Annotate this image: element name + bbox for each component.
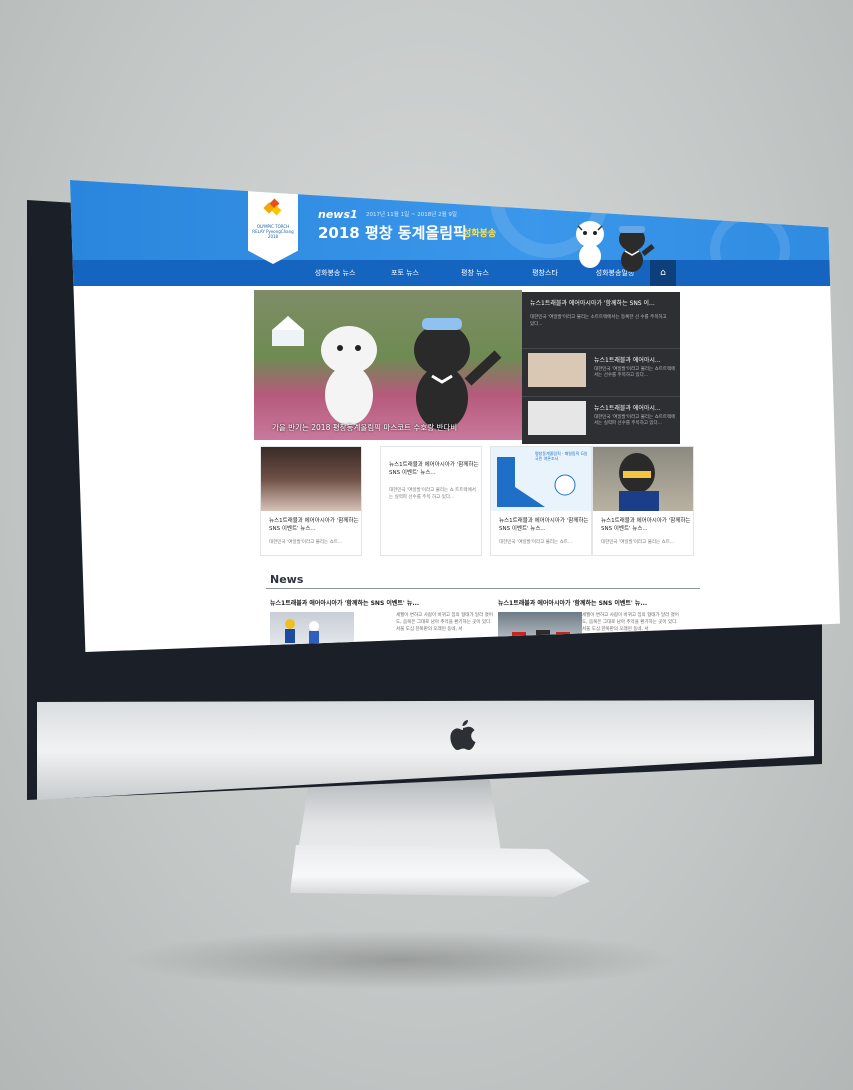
news-item-desc: 세월이 변하고 사람이 바뀌고 집의 형태가 달라 졌어 도, 음복은 그대로 …: [582, 613, 679, 632]
list-item[interactable]: 뉴스1트래블과 에어아시... 대한민국 '여일발'이라고 불리는 쇼트트랙에서…: [522, 396, 680, 443]
card-desc: 대한민국 '여일발'이라고 불리는 쇼트...: [601, 540, 675, 545]
main-nav: 성화봉송 뉴스 포토 뉴스 평창 뉴스 평창스타 성화봉송일정 ⌂: [70, 260, 840, 286]
card-image: [593, 447, 693, 511]
nav-item-pyeongchang-news[interactable]: 평창 뉴스: [440, 260, 510, 286]
torch-relay-emblem-icon: [263, 198, 282, 216]
card-image: [261, 447, 361, 511]
news-item-title[interactable]: 뉴스1트래블과 에어아시아가 '함께하는 SNS 이벤트' 뉴...: [270, 598, 419, 607]
side-news-panel: 뉴스1트래블과 에어아시아가 '함께하는 SNS 이... 대한민국 '여일발'…: [522, 292, 680, 444]
side-item-title: 뉴스1트래블과 에어아시...: [594, 405, 661, 412]
black-bear-mascot-icon: [619, 226, 655, 272]
page-title-accent: 성화봉송: [463, 229, 497, 239]
website-screen: 성화봉송 뉴스 포토 뉴스 평창 뉴스 평창스타 성화봉송일정 ⌂ OLYMPI…: [70, 180, 840, 652]
news-card[interactable]: 뉴스1트래블과 에어아시아가 '함께하는 SNS 이벤트' 뉴스... 대한민국…: [380, 446, 482, 556]
event-period: 2017년 11월 1일 ~ 2018년 2월 9일: [366, 212, 457, 218]
card-desc: 대한민국 '여일발'이라고 불리는 쇼 트트랙에서는 실력파 선수를 주목 하고…: [389, 488, 476, 500]
white-tiger-mascot-icon: [576, 221, 604, 268]
section-title: News: [270, 573, 304, 586]
card-image: 평창동계올림픽 · 패럴림픽 G일 국민 여론조사: [491, 447, 591, 511]
side-top-desc: 대한민국 '여일발'이라고 불리는 소트트랙에서는 등록한 선 수를 주목하고 …: [530, 315, 667, 327]
card-title: 뉴스1트래블과 에어아시아가 '함께하는 SNS 이벤트' 뉴스...: [389, 462, 479, 476]
section-divider: [266, 588, 700, 589]
side-thumb: [528, 353, 586, 387]
news-item-title[interactable]: 뉴스1트래블과 에어아시아가 '함께하는 SNS 이벤트' 뉴...: [498, 598, 647, 607]
news-card[interactable]: 뉴스1트래블과 에어아시아가 '함께하는 SNS 이벤트' 뉴스... 대한민국…: [592, 446, 694, 556]
hero-photo[interactable]: 가을 반기는 2018 평창동계올림픽 마스코트 수호랑 반다비: [254, 290, 522, 440]
hero-mascots-illustration: [272, 316, 502, 430]
card-title: 뉴스1트래블과 에어아시아가 '함께하는 SNS 이벤트' 뉴스...: [601, 518, 691, 532]
torch-relay-logo[interactable]: OLYMPIC TORCH RELAY PyeongChang 2018: [248, 190, 298, 264]
logo-text: OLYMPIC TORCH RELAY PyeongChang 2018: [252, 224, 294, 239]
brand-name[interactable]: news1: [318, 208, 358, 221]
desk-shadow: [120, 930, 680, 990]
apple-logo-icon: [450, 720, 476, 750]
card-desc: 대한민국 '여일발'이라고 불리는 쇼트...: [269, 540, 343, 545]
side-item-desc: 대한민국 '여일발'이라고 불리는 쇼트트랙에서는 선수를 주목하고 있다...: [594, 367, 676, 378]
list-item[interactable]: 뉴스1트래블과 에어아시... 대한민국 '여일발'이라고 불리는 쇼트트랙에서…: [522, 348, 680, 395]
card-title: 뉴스1트래블과 에어아시아가 '함께하는 SNS 이벤트' 뉴스...: [499, 518, 589, 532]
side-item-title: 뉴스1트래블과 에어아시...: [594, 357, 661, 364]
side-thumb: [528, 401, 586, 435]
skater-photo-illustration: [619, 453, 659, 511]
page-title: 2018 평창 동계올림픽: [318, 224, 467, 242]
hero-caption[interactable]: 가을 반기는 2018 평창동계올림픽 마스코트 수호랑 반다비: [272, 422, 457, 433]
side-top-title[interactable]: 뉴스1트래블과 에어아시아가 '함께하는 SNS 이...: [530, 298, 655, 307]
nav-item-torch-news[interactable]: 성화봉송 뉴스: [300, 260, 370, 286]
card-title: 뉴스1트래블과 에어아시아가 '함께하는 SNS 이벤트' 뉴스...: [269, 518, 359, 532]
nav-item-photo-news[interactable]: 포토 뉴스: [370, 260, 440, 286]
news-card[interactable]: 뉴스1트래블과 에어아시아가 '함께하는 SNS 이벤트' 뉴스... 대한민국…: [260, 446, 362, 556]
card-image-caption: 평창동계올림픽 · 패럴림픽 G일 국민 여론조사: [535, 451, 588, 461]
site-header: [70, 180, 840, 290]
news-item-desc: 세월이 변하고 사람이 바뀌고 집의 형태가 달라 졌어 도, 음복은 그대로 …: [396, 613, 493, 632]
news-card[interactable]: 평창동계올림픽 · 패럴림픽 G일 국민 여론조사 뉴스1트래블과 에어아시아가…: [490, 446, 592, 556]
card-desc: 대한민국 '여일발'이라고 불리는 쇼트...: [499, 540, 573, 545]
side-item-desc: 대한민국 '여일발'이라고 불리는 쇼트트랙에서는 실력파 선수를 주목하고 있…: [594, 415, 676, 426]
monitor-stand-base: [290, 845, 590, 897]
